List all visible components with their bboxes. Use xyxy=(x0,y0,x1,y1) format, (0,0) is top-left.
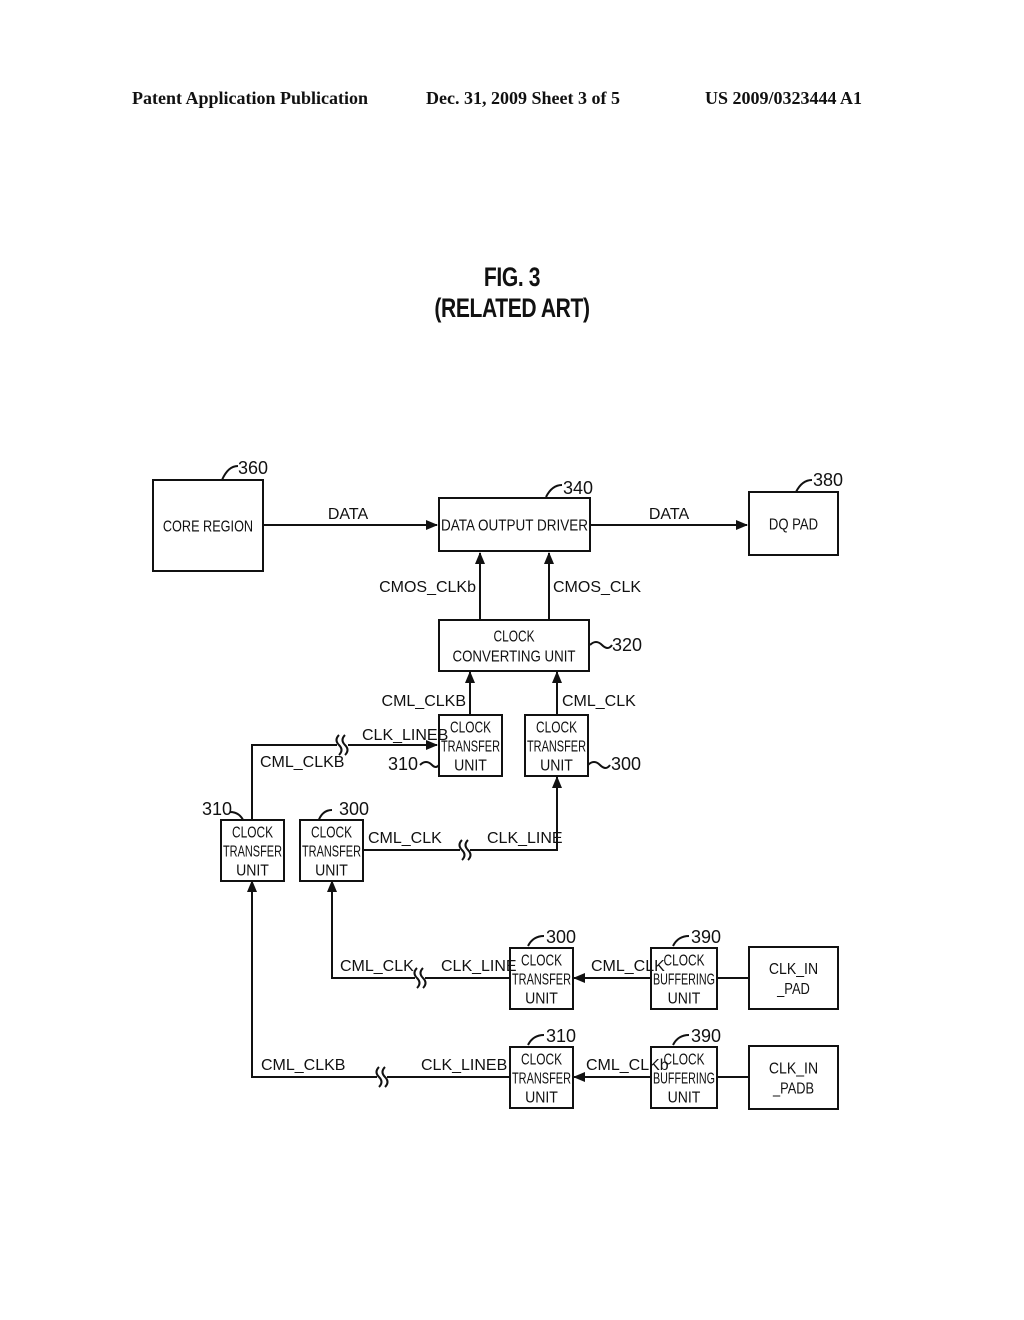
leader-340 xyxy=(545,484,563,498)
block-label-line: TRANSFER xyxy=(302,844,361,861)
block-ctu-300-mid: CLOCK TRANSFER UNIT 300 xyxy=(299,799,369,882)
block-label-line: CLOCK xyxy=(536,720,577,737)
block-label-line: TRANSFER xyxy=(223,844,282,861)
block-label-line: UNIT xyxy=(454,758,487,775)
block-label-line: UNIT xyxy=(540,758,573,775)
leader-390-b xyxy=(672,1034,690,1046)
block-label-line: CLOCK xyxy=(664,953,705,970)
block-clock-converting-unit: CLOCK CONVERTING UNIT 320 xyxy=(438,619,642,672)
block-label-line: CLOCK xyxy=(450,720,491,737)
reference-number: 340 xyxy=(563,478,593,498)
signal-cml-clkb-top: CML_CLKB xyxy=(382,693,466,710)
reference-number: 300 xyxy=(546,927,576,947)
signal-clk-line-low: CLK_LINE xyxy=(441,958,517,975)
break-mark xyxy=(458,839,472,861)
reference-number: 310 xyxy=(546,1026,576,1046)
block-label-line: CLOCK xyxy=(311,825,352,842)
block-label-line: DQ PAD xyxy=(769,517,818,534)
break-mark xyxy=(335,734,349,756)
block-data-output-driver: DATA OUTPUT DRIVER 340 xyxy=(438,478,593,552)
leader-300-top xyxy=(587,761,611,769)
signal-cml-clk-top: CML_CLK xyxy=(562,693,636,710)
leader-310-top xyxy=(419,761,440,768)
signal-clk-lineb-bottom: CLK_LINEB xyxy=(421,1057,507,1074)
block-label-line: CLOCK xyxy=(521,1052,562,1069)
block-clk-in-padb: CLK_IN _PADB xyxy=(748,1045,839,1110)
block-label-line: _PAD xyxy=(776,981,810,998)
block-ctu-300-low: CLOCK TRANSFER UNIT 300 xyxy=(509,927,576,1010)
signal-data-out: DATA xyxy=(649,506,690,523)
block-label-line: CLOCK xyxy=(664,1052,705,1069)
reference-number: 390 xyxy=(691,927,721,947)
block-dq-pad: DQ PAD 380 xyxy=(748,470,843,556)
block-label-line: UNIT xyxy=(525,1090,558,1107)
block-box xyxy=(748,1045,839,1110)
signal-cml-clkb-buf: CML_CLKb xyxy=(586,1057,669,1074)
block-label-line: DATA OUTPUT DRIVER xyxy=(441,518,588,535)
block-label-line: CLOCK xyxy=(494,629,535,646)
reference-number: 300 xyxy=(339,799,369,819)
block-ctu-310-low: CLOCK TRANSFER UNIT 310 xyxy=(509,1026,576,1109)
leader-310-low xyxy=(527,1034,545,1046)
reference-number: 300 xyxy=(611,754,641,774)
signal-cml-clk-mid: CML_CLK xyxy=(368,830,442,847)
block-label-line: UNIT xyxy=(315,863,348,880)
reference-number: 310 xyxy=(202,799,232,819)
block-label-line: CORE REGION xyxy=(163,519,253,536)
signal-clk-line-mid: CLK_LINE xyxy=(487,830,563,847)
signal-data-in: DATA xyxy=(328,506,369,523)
signal-cmos-clkb: CMOS_CLKb xyxy=(379,579,476,596)
reference-number: 380 xyxy=(813,470,843,490)
leader-320 xyxy=(589,641,613,649)
signal-labels: DATA DATA CMOS_CLKb CMOS_CLK CML_CLKB CM… xyxy=(260,506,689,1074)
signal-cmos-clk: CMOS_CLK xyxy=(553,579,641,596)
block-box xyxy=(748,946,839,1010)
block-label-line: TRANSFER xyxy=(512,972,571,989)
wire-clk-lineb-bottom xyxy=(251,884,510,1078)
block-label-line: CLOCK xyxy=(232,825,273,842)
block-ctu-310-mid: CLOCK TRANSFER UNIT 310 xyxy=(202,799,285,882)
break-mark xyxy=(413,967,427,989)
signal-cml-clk-low: CML_CLK xyxy=(340,958,414,975)
block-label-line: TRANSFER xyxy=(441,739,500,756)
leader-380 xyxy=(795,479,813,493)
block-core-region: CORE REGION 360 xyxy=(152,458,268,572)
block-label-line: _PADB xyxy=(772,1081,814,1098)
signal-cml-clk-buf: CML_CLK xyxy=(591,958,665,975)
break-mark xyxy=(375,1066,389,1088)
block-label-line: TRANSFER xyxy=(527,739,586,756)
leader-360 xyxy=(221,465,239,481)
signal-cml-clkb-left: CML_CLKB xyxy=(260,754,344,771)
reference-number: 360 xyxy=(238,458,268,478)
reference-number: 320 xyxy=(612,635,642,655)
block-label-line: UNIT xyxy=(236,863,269,880)
block-diagram: CORE REGION 360 DATA OUTPUT DRIVER 340 DQ PA… xyxy=(152,458,843,1110)
block-ctu-300-top: CLOCK TRANSFER UNIT 300 xyxy=(524,714,641,777)
block-label-line: CLK_IN xyxy=(769,961,818,978)
block-label-line: CLK_IN xyxy=(769,1061,818,1078)
signal-clk-lineb-top: CLK_LINEB xyxy=(362,727,448,744)
leader-300-low xyxy=(527,935,545,947)
block-label-line: UNIT xyxy=(525,991,558,1008)
reference-number: 310 xyxy=(388,754,418,774)
block-label-line: TRANSFER xyxy=(512,1071,571,1088)
reference-number: 390 xyxy=(691,1026,721,1046)
block-clk-in-pad: CLK_IN _PAD xyxy=(748,946,839,1010)
block-label-line: UNIT xyxy=(668,991,701,1008)
block-label-line: UNIT xyxy=(668,1090,701,1107)
signal-cml-clkb-bottom: CML_CLKB xyxy=(261,1057,345,1074)
block-label-line: CLOCK xyxy=(521,953,562,970)
leader-390-a xyxy=(672,935,690,947)
block-label-line: CONVERTING UNIT xyxy=(453,649,576,666)
